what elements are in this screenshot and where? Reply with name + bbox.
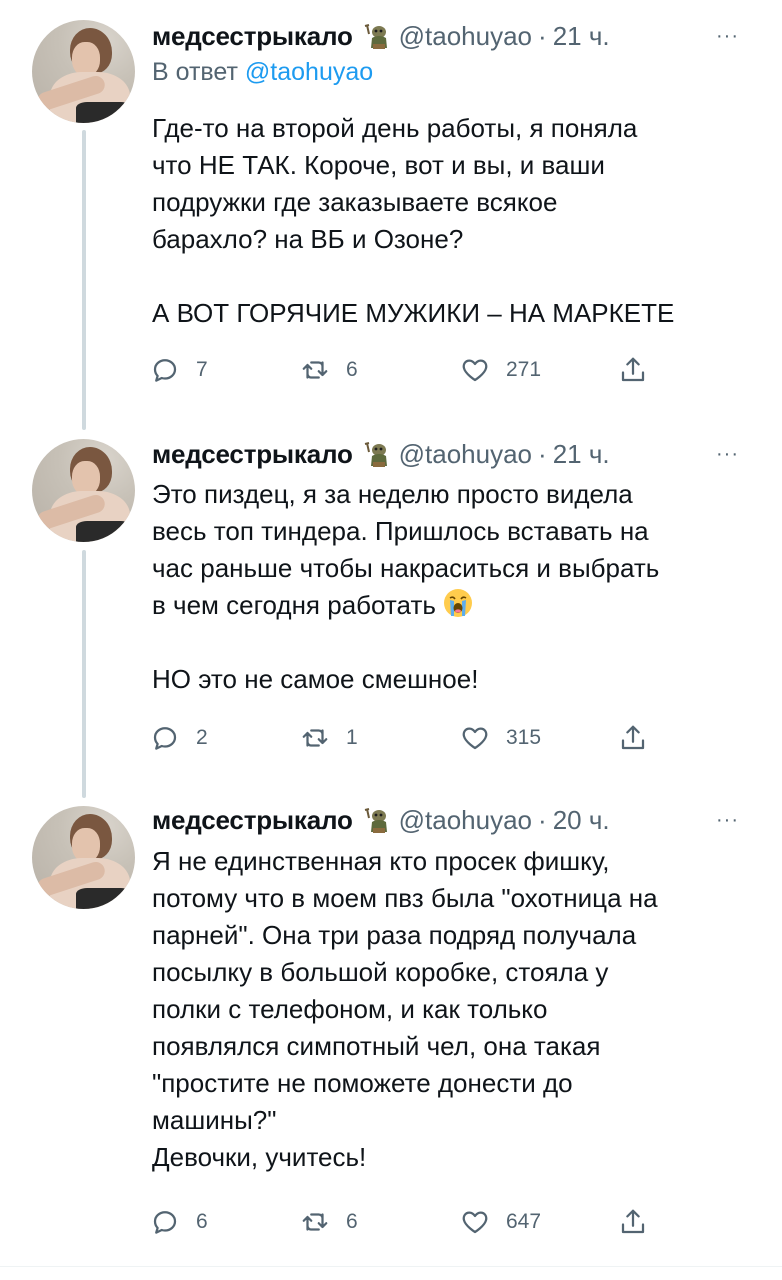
divider <box>0 1266 782 1267</box>
reply-icon <box>153 727 177 750</box>
author-handle[interactable]: @taohuyao <box>399 439 532 470</box>
like-count: 647 <box>506 1210 542 1233</box>
tweet-text: Где-то на второй день работы, я поняла ч… <box>152 110 762 332</box>
like-button[interactable]: 315 <box>460 722 541 754</box>
share-button[interactable] <box>618 722 648 754</box>
tweet-line: подружки где заказываете всякое <box>152 187 558 217</box>
dot-separator: · <box>538 804 547 835</box>
share-icon <box>621 357 645 382</box>
reply-button[interactable]: 6 <box>150 1206 208 1238</box>
tweet-line: потому что в моем пвз была "охотница на <box>152 883 658 913</box>
retweet-icon <box>302 1213 328 1231</box>
share-icon <box>621 725 645 750</box>
tweet-text: Это пиздец, я за неделю просто видела ве… <box>152 476 762 698</box>
thread-line <box>82 130 86 430</box>
like-button[interactable]: 647 <box>460 1206 541 1238</box>
author-name[interactable]: медсестрыкало <box>152 805 353 836</box>
heart-icon <box>462 727 488 750</box>
tweet-time[interactable]: 21 ч. <box>553 439 610 470</box>
tweet-line: посылку в большой коробке, стояла у <box>152 957 609 987</box>
tweet-line: машины?" <box>152 1105 277 1135</box>
tweet-line: час раньше чтобы накраситься и выбрать <box>152 553 660 583</box>
loudly-crying-face-emoji <box>443 589 472 617</box>
tweet-time[interactable]: 21 ч. <box>553 21 610 52</box>
tweet-line: барахло? на ВБ и Озоне? <box>152 224 464 254</box>
author-handle[interactable]: @taohuyao <box>399 21 532 52</box>
tweet-line: полки с телефоном, и как только <box>152 994 548 1024</box>
tweet-line: весь топ тиндера. Пришлось вставать на <box>152 516 649 546</box>
tweet-line: "простите не поможете донести до <box>152 1068 573 1098</box>
retweet-button[interactable]: 6 <box>300 354 358 386</box>
author-name[interactable]: медсестрыкало <box>152 21 353 52</box>
thread-line <box>82 550 86 798</box>
share-button[interactable] <box>618 354 648 386</box>
tweet-actions: 2 1 315 <box>150 722 650 754</box>
retweet-button[interactable]: 1 <box>300 722 358 754</box>
tweet-line: в чем сегодня работать <box>152 590 436 620</box>
tweet-line: Это пиздец, я за неделю просто видела <box>152 479 633 509</box>
share-button[interactable] <box>618 1206 648 1238</box>
reply-button[interactable]: 2 <box>150 722 208 754</box>
retweet-button[interactable]: 6 <box>300 1206 358 1238</box>
tweet-line: Я не единственная кто просек фишку, <box>152 846 610 876</box>
tweet-header: медсестрыкало @taohuyao · 21 ч. <box>152 18 610 54</box>
tweet-line: появлялся симпотный чел, она такая <box>152 1031 601 1061</box>
tweet-text: Я не единственная кто просек фишку, пото… <box>152 843 762 1176</box>
dot-separator: · <box>538 438 547 469</box>
thread-timeline: медсестрыкало @taohuyao · 21 ч. ··· В от… <box>0 0 782 1280</box>
share-icon <box>621 1209 645 1234</box>
troll-icon <box>364 442 387 467</box>
like-count: 271 <box>506 358 542 381</box>
retweet-icon <box>302 729 328 747</box>
more-options-icon[interactable]: ··· <box>716 436 739 472</box>
avatar[interactable] <box>32 806 135 909</box>
tweet-header: медсестрыкало @taohuyao · 21 ч. <box>152 436 610 472</box>
reply-count: 2 <box>196 726 208 749</box>
dot-separator: · <box>538 20 547 51</box>
tweet-line: Где-то на второй день работы, я поняла <box>152 113 638 143</box>
tweet-line: А ВОТ ГОРЯЧИЕ МУЖИКИ – НА МАРКЕТЕ <box>152 298 675 328</box>
tweet-header: медсестрыкало @taohuyao · 20 ч. <box>152 802 610 838</box>
heart-icon <box>462 359 488 382</box>
avatar[interactable] <box>32 439 135 542</box>
reply-count: 7 <box>196 358 208 381</box>
reply-mention-link[interactable]: @taohuyao <box>245 58 373 86</box>
retweet-count: 1 <box>346 726 358 749</box>
reply-icon <box>153 1211 177 1234</box>
troll-icon <box>364 24 387 49</box>
author-name[interactable]: медсестрыкало <box>152 439 353 470</box>
reply-prefix: В ответ <box>152 58 238 86</box>
author-handle[interactable]: @taohuyao <box>399 805 532 836</box>
reply-context: В ответ @taohuyao <box>152 58 373 87</box>
more-options-icon[interactable]: ··· <box>716 18 739 54</box>
reply-icon <box>153 359 177 382</box>
retweet-count: 6 <box>346 1210 358 1233</box>
retweet-count: 6 <box>346 358 358 381</box>
more-options-icon[interactable]: ··· <box>716 802 739 838</box>
tweet-line: НО это не самое смешное! <box>152 664 479 694</box>
tweet-time[interactable]: 20 ч. <box>553 805 610 836</box>
tweet-line: Девочки, учитесь! <box>152 1142 367 1172</box>
reply-count: 6 <box>196 1210 208 1233</box>
like-button[interactable]: 271 <box>460 354 541 386</box>
tweet-actions: 7 6 271 <box>150 354 650 386</box>
avatar[interactable] <box>32 20 135 123</box>
reply-button[interactable]: 7 <box>150 354 208 386</box>
tweet-actions: 6 6 647 <box>150 1206 650 1238</box>
tweet-line: парней". Она три раза подряд получала <box>152 920 637 950</box>
troll-icon <box>364 808 387 833</box>
heart-icon <box>462 1211 488 1234</box>
tweet-line: что НЕ ТАК. Короче, вот и вы, и ваши <box>152 150 605 180</box>
like-count: 315 <box>506 726 542 749</box>
retweet-icon <box>302 361 328 379</box>
